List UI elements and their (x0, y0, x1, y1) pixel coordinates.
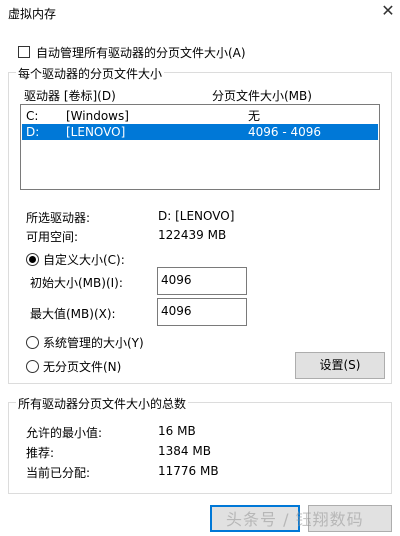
max-size-label: 最大值(MB)(X): (30, 307, 116, 321)
drive-letter: C: (26, 109, 39, 123)
auto-manage-checkbox[interactable] (18, 46, 30, 58)
drive-size: 无 (248, 109, 261, 123)
watermark-text: 头条号 / 钰翔数码 (226, 510, 364, 529)
drive-label: [LENOVO] (66, 125, 126, 139)
drive-label: [Windows] (66, 109, 129, 123)
drive-row-d[interactable]: D: [LENOVO] 4096 - 4096 (22, 124, 378, 140)
no-paging-radio[interactable] (26, 360, 39, 373)
free-space-label: 可用空间: (26, 230, 79, 244)
initial-size-input[interactable]: 4096 (157, 267, 247, 295)
system-managed-radio[interactable] (26, 336, 39, 349)
free-space-value: 122439 MB (158, 228, 227, 242)
selected-drive-label: 所选驱动器: (26, 211, 91, 225)
system-managed-label[interactable]: 系统管理的大小(Y) (43, 334, 144, 351)
selected-drive-value: D: [LENOVO] (158, 209, 235, 223)
window-title: 虚拟内存 (8, 7, 57, 21)
drive-letter: D: (26, 125, 40, 139)
set-button[interactable]: 设置(S) (295, 352, 385, 379)
current-allocated-value: 11776 MB (158, 464, 219, 478)
size-column-header: 分页文件大小(MB) (212, 89, 312, 103)
max-size-input[interactable]: 4096 (157, 298, 247, 326)
close-icon[interactable]: ✕ (380, 2, 396, 20)
drive-column-header: 驱动器 [卷标](D) (24, 89, 116, 103)
radio-selected-dot (29, 256, 36, 263)
drives-group-title: 每个驱动器的分页文件大小 (16, 65, 165, 82)
totals-group-title: 所有驱动器分页文件大小的总数 (16, 395, 189, 412)
custom-size-label[interactable]: 自定义大小(C): (43, 251, 125, 268)
min-allowed-label: 允许的最小值: (26, 426, 103, 440)
drive-size: 4096 - 4096 (248, 125, 322, 139)
custom-size-radio[interactable] (26, 253, 39, 266)
drive-row-c[interactable]: C: [Windows] 无 (22, 108, 378, 124)
recommended-value: 1384 MB (158, 444, 211, 458)
current-allocated-label: 当前已分配: (26, 466, 91, 480)
min-allowed-value: 16 MB (158, 424, 196, 438)
auto-manage-label[interactable]: 自动管理所有驱动器的分页文件大小(A) (36, 44, 246, 61)
no-paging-label[interactable]: 无分页文件(N) (43, 358, 121, 375)
drive-list[interactable]: C: [Windows] 无 D: [LENOVO] 4096 - 4096 (20, 104, 380, 190)
initial-size-label: 初始大小(MB)(I): (30, 276, 123, 290)
recommended-label: 推荐: (26, 446, 55, 460)
